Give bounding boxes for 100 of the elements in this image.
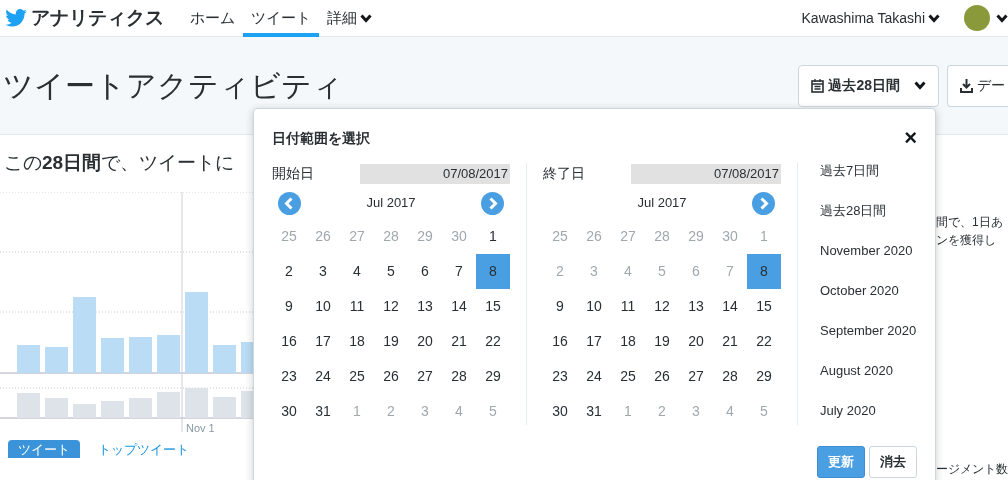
calendar-day[interactable]: 24 bbox=[577, 359, 611, 394]
download-icon bbox=[960, 78, 973, 93]
calendar-day[interactable]: 1 bbox=[476, 219, 510, 254]
engagement-bar bbox=[17, 392, 40, 418]
preset-option[interactable]: 過去7日間 bbox=[820, 151, 917, 191]
date-range-button[interactable]: 過去28日間 bbox=[798, 64, 939, 107]
engagement-bar bbox=[213, 396, 236, 418]
calendar-day[interactable]: 29 bbox=[747, 359, 781, 394]
engagement-bar bbox=[73, 403, 96, 418]
calendar-day[interactable]: 20 bbox=[408, 324, 442, 359]
calendar-day[interactable]: 9 bbox=[543, 289, 577, 324]
nav-tab[interactable]: ホーム bbox=[182, 0, 243, 37]
calendar-day[interactable]: 30 bbox=[272, 394, 306, 429]
preset-option[interactable]: August 2020 bbox=[820, 351, 917, 391]
calendar-day[interactable]: 3 bbox=[306, 254, 340, 289]
calendar-day[interactable]: 31 bbox=[577, 394, 611, 429]
impressions-bar bbox=[101, 337, 124, 373]
page-title: ツイートアクティビティ bbox=[3, 67, 343, 104]
calendar-day[interactable]: 13 bbox=[408, 289, 442, 324]
calendar-day[interactable]: 10 bbox=[577, 289, 611, 324]
previous-month-icon[interactable] bbox=[278, 191, 301, 215]
calendar-day[interactable]: 22 bbox=[747, 324, 781, 359]
preset-option[interactable]: July 2020 bbox=[820, 391, 917, 431]
calendar-day[interactable]: 15 bbox=[476, 289, 510, 324]
calendar-day[interactable]: 22 bbox=[476, 324, 510, 359]
user-menu[interactable]: Kawashima Takashi bbox=[793, 0, 948, 37]
impressions-bar bbox=[17, 344, 40, 373]
summary-text: ンを獲得し bbox=[936, 232, 997, 249]
calendar-day[interactable]: 15 bbox=[747, 289, 781, 324]
calendar-day[interactable]: 28 bbox=[713, 359, 747, 394]
popover-title: 日付範囲を選択 bbox=[272, 129, 370, 147]
impressions-bar bbox=[213, 344, 236, 373]
calendar-day[interactable]: 14 bbox=[442, 289, 476, 324]
calendar-day[interactable]: 23 bbox=[272, 359, 306, 394]
calendar-day[interactable]: 4 bbox=[340, 254, 374, 289]
calendar-day[interactable]: 21 bbox=[442, 324, 476, 359]
clear-button[interactable]: 消去 bbox=[869, 446, 917, 478]
calendar-day[interactable]: 9 bbox=[272, 289, 306, 324]
nav-tab[interactable]: 詳細 bbox=[319, 0, 380, 37]
calendar-day[interactable]: 27 bbox=[679, 359, 713, 394]
chevron-down-icon bbox=[914, 81, 926, 90]
engagement-bar bbox=[185, 387, 208, 418]
calendar-day[interactable]: 16 bbox=[543, 324, 577, 359]
brand-title: アナリティクス bbox=[31, 5, 164, 30]
calendar-day[interactable]: 18 bbox=[611, 324, 645, 359]
calendar-day[interactable]: 17 bbox=[577, 324, 611, 359]
calendar-day[interactable]: 26 bbox=[374, 359, 408, 394]
impressions-bar bbox=[241, 341, 253, 373]
calendar-day[interactable]: 11 bbox=[340, 289, 374, 324]
calendar-day[interactable]: 2 bbox=[272, 254, 306, 289]
calendar-day[interactable]: 24 bbox=[306, 359, 340, 394]
calendar-day[interactable]: 12 bbox=[645, 289, 679, 324]
calendar-day[interactable]: 30 bbox=[543, 394, 577, 429]
engagement-bar bbox=[45, 397, 68, 418]
close-button[interactable]: × bbox=[904, 127, 917, 149]
calendar-day[interactable]: 23 bbox=[543, 359, 577, 394]
calendar-day[interactable]: 29 bbox=[476, 359, 510, 394]
date-input[interactable]: 07/08/2017 bbox=[360, 163, 510, 184]
download-button[interactable]: デー bbox=[947, 64, 1008, 107]
preset-option[interactable]: 過去28日間 bbox=[820, 191, 917, 231]
calendar-day[interactable]: 27 bbox=[408, 359, 442, 394]
calendar-day[interactable]: 14 bbox=[713, 289, 747, 324]
impressions-bar bbox=[157, 334, 180, 373]
chevron-down-icon bbox=[996, 13, 1008, 23]
calendar-day[interactable]: 17 bbox=[306, 324, 340, 359]
calendar-day[interactable]: 19 bbox=[374, 324, 408, 359]
impressions-bar bbox=[129, 336, 152, 373]
calendar-icon bbox=[811, 78, 825, 93]
calendar-day[interactable]: 8 bbox=[476, 254, 510, 289]
calendar-day[interactable]: 25 bbox=[340, 359, 374, 394]
calendar-day[interactable]: 6 bbox=[408, 254, 442, 289]
calendar-day[interactable]: 7 bbox=[442, 254, 476, 289]
preset-option[interactable]: November 2020 bbox=[820, 231, 917, 271]
calendar-day[interactable]: 25 bbox=[611, 359, 645, 394]
calendar-day[interactable]: 13 bbox=[679, 289, 713, 324]
calendar-day[interactable]: 31 bbox=[306, 394, 340, 429]
impressions-bar bbox=[45, 346, 68, 373]
calendar-day[interactable]: 5 bbox=[374, 254, 408, 289]
preset-option[interactable]: September 2020 bbox=[820, 311, 917, 351]
calendar-day[interactable]: 28 bbox=[442, 359, 476, 394]
calendar-day[interactable]: 12 bbox=[374, 289, 408, 324]
field-label: 終了日 bbox=[543, 164, 585, 183]
calendar-day[interactable]: 26 bbox=[645, 359, 679, 394]
date-input[interactable]: 07/08/2017 bbox=[631, 163, 781, 184]
calendar-day[interactable]: 16 bbox=[272, 324, 306, 359]
calendar-day[interactable]: 19 bbox=[645, 324, 679, 359]
calendar-day[interactable]: 11 bbox=[611, 289, 645, 324]
avatar[interactable] bbox=[964, 5, 990, 31]
calendar-day[interactable]: 8 bbox=[747, 254, 781, 289]
summary-text: 間で、1日あ bbox=[936, 214, 1004, 231]
calendar-day[interactable]: 10 bbox=[306, 289, 340, 324]
calendar-day[interactable]: 18 bbox=[340, 324, 374, 359]
calendar-day[interactable]: 20 bbox=[679, 324, 713, 359]
preset-option[interactable]: October 2020 bbox=[820, 271, 917, 311]
engagement-bar bbox=[129, 397, 152, 418]
next-month-icon[interactable] bbox=[752, 191, 775, 215]
month-label: Jul 2017 bbox=[637, 194, 687, 213]
next-month-icon[interactable] bbox=[481, 191, 504, 215]
calendar-day[interactable]: 21 bbox=[713, 324, 747, 359]
chevron-down-icon bbox=[928, 13, 940, 23]
